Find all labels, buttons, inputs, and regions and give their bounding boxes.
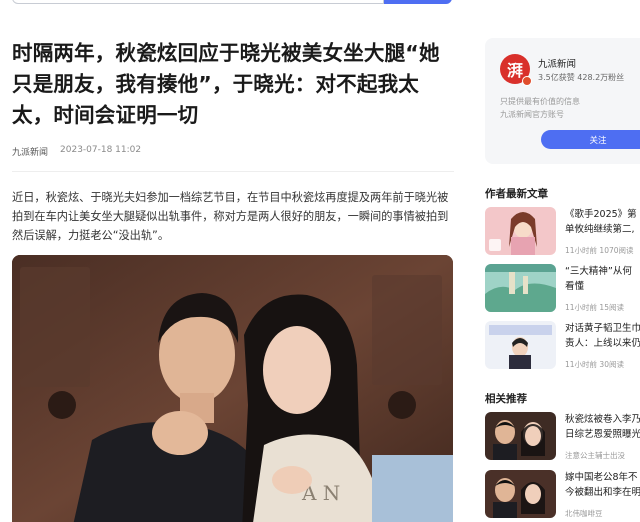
related-heading: 相关推荐 [485,393,527,405]
news-title[interactable]: “三大精神”从何 看懂 [565,264,640,294]
news-title-line: 《歌手2025》第 [565,209,637,220]
article: 时隔两年，秋瓷炫回应于晓光被美女坐大腿“她只是朋友，我有揍他”，于晓光：对不起我… [12,38,454,245]
list-item[interactable]: 对话黄子韬卫生巾 责人：上线以来仍 11小时前 30阅读 [485,321,640,371]
news-thumbnail [485,470,556,518]
news-title-line: 嫁中国老公8年不 [565,472,638,483]
article-paragraph: 近日，秋瓷炫、于晓光夫妇参加一档综艺节目，在节目中秋瓷炫再度提及两年前于晓光被拍… [12,191,449,242]
news-meta: 11小时前 1070阅读 [565,246,634,255]
list-item[interactable]: 《歌手2025》第 单攸纯继续第二, 11小时前 1070阅读 [485,207,640,257]
search-input[interactable] [12,0,384,4]
divider [12,171,454,172]
author-stats: 3.5亿获赞 428.2万粉丝 [538,73,625,82]
news-title[interactable]: 《歌手2025》第 单攸纯继续第二, [565,207,640,237]
news-meta: 注意公主辅士出没 [565,451,625,460]
news-thumbnail [485,264,556,312]
search-button[interactable] [384,0,452,4]
author-desc-line: 只提供最有价值的信息 [500,97,580,106]
news-title-line: 秋瓷炫被卷入李乃 [565,414,640,425]
article-photo: A N [12,255,453,522]
author-desc-line: 九派新闻官方账号 [500,110,564,119]
latest-articles-heading: 作者最新文章 [485,188,548,200]
news-title-line: 日综艺恩爱照曝光 [565,429,640,440]
author-name[interactable]: 九派新闻 [538,56,576,70]
list-item[interactable]: 嫁中国老公8年不 今被翻出和李在明 北伟咖啡豆 [485,470,640,520]
news-thumbnail [485,207,556,255]
follow-button[interactable]: 关注 [541,130,640,149]
author-description: 只提供最有价值的信息 九派新闻官方账号 [500,95,580,121]
list-item[interactable]: “三大精神”从何 看懂 11小时前 15阅读 [485,264,640,314]
news-title-line: 单攸纯继续第二, [565,224,635,235]
verified-icon [522,76,532,86]
article-datetime: 2023-07-18 11:02 [60,145,142,155]
news-title[interactable]: 嫁中国老公8年不 今被翻出和李在明 [565,470,640,500]
article-title: 时隔两年，秋瓷炫回应于晓光被美女坐大腿“她只是朋友，我有揍他”，于晓光：对不起我… [12,41,440,127]
news-title-line: 责人：上线以来仍 [565,338,640,349]
news-meta: 北伟咖啡豆 [565,509,603,518]
article-meta: 九派新闻 2023-07-18 11:02 [12,145,454,158]
news-thumbnail [485,321,556,369]
author-card: 湃 九派新闻 3.5亿获赞 428.2万粉丝 只提供最有价值的信息 九派新闻官方… [485,38,640,164]
list-item[interactable]: 秋瓷炫被卷入李乃 日综艺恩爱照曝光 注意公主辅士出没 [485,412,640,462]
news-title-line: “三大精神”从何 [565,266,632,277]
news-title[interactable]: 秋瓷炫被卷入李乃 日综艺恩爱照曝光 [565,412,640,442]
news-thumbnail [485,412,556,460]
news-title-line: 今被翻出和李在明 [565,487,640,498]
news-title-line: 看懂 [565,281,585,292]
news-meta: 11小时前 30阅读 [565,360,624,369]
news-meta: 11小时前 15阅读 [565,303,624,312]
news-title-line: 对话黄子韬卫生巾 [565,323,640,334]
news-title[interactable]: 对话黄子韬卫生巾 责人：上线以来仍 [565,321,640,351]
article-source[interactable]: 九派新闻 [12,145,48,158]
